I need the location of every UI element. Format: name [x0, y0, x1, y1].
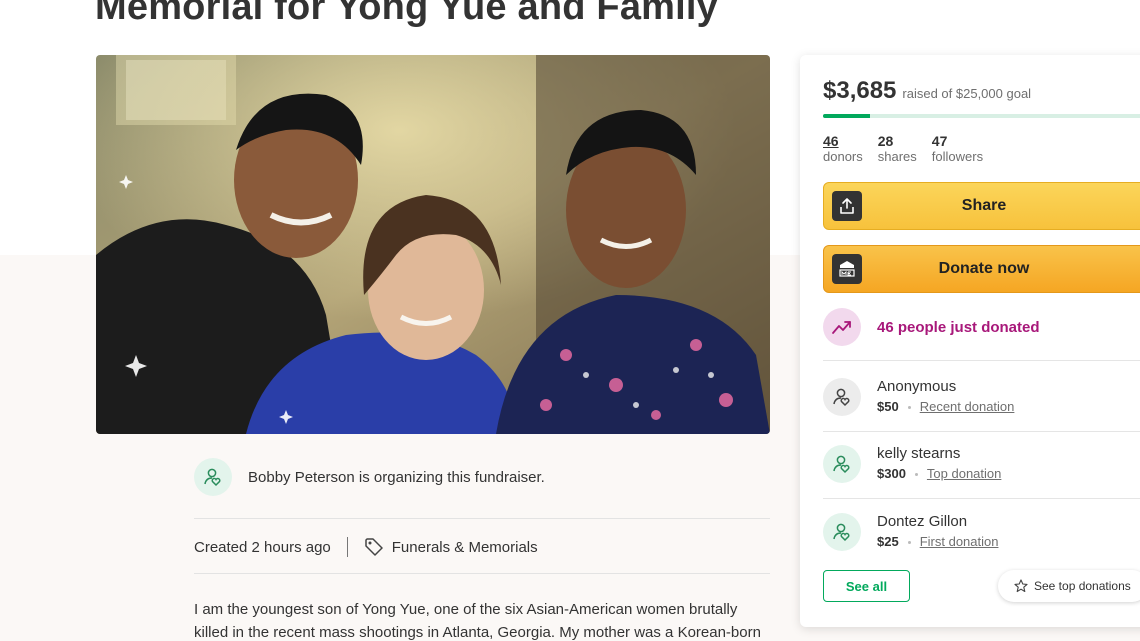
stat-number: 46 — [823, 133, 839, 149]
created-time: Created 2 hours ago — [194, 538, 331, 556]
stat-label: followers — [931, 149, 984, 164]
donation-item: Anonymous $50 Recent donation — [823, 377, 1014, 417]
divider — [823, 431, 1140, 432]
donation-kind-link[interactable]: Recent donation — [920, 397, 1015, 417]
donation-amount: $25 — [877, 534, 899, 549]
share-button[interactable]: Share — [823, 182, 1140, 230]
progress-fill — [823, 114, 871, 118]
campaign-photo — [96, 55, 770, 434]
dot-separator — [907, 540, 911, 544]
donate-label: Donate now — [938, 260, 1030, 277]
stat-donors[interactable]: 46 donors — [823, 133, 863, 165]
story-line: I am the youngest son of Yong Yue, one o… — [194, 601, 738, 618]
story-text: I am the youngest son of Yong Yue, one o… — [194, 598, 774, 641]
person-heart-icon — [194, 458, 232, 496]
donor-name: Dontez Gillon — [877, 513, 968, 530]
donate-now-button[interactable]: Donate now — [823, 245, 1140, 293]
see-top-donations-button[interactable]: See top donations — [998, 570, 1140, 602]
recent-donations-trend: 46 people just donated — [823, 308, 1040, 346]
donation-kind-link[interactable]: First donation — [920, 532, 999, 552]
stats-row: 46 donors 28 shares 47 followers — [823, 133, 998, 165]
stat-number: 28 — [877, 133, 894, 149]
stat-followers: 47 followers — [932, 133, 983, 165]
stat-label: shares — [877, 149, 917, 164]
stat-label: donors — [823, 149, 863, 164]
donor-name: Anonymous — [877, 378, 957, 395]
see-top-label: See top donations — [1034, 579, 1131, 593]
donation-amount: $50 — [877, 399, 899, 414]
donation-amount: $300 — [877, 466, 906, 481]
story-line: killed in the recent mass shootings in A… — [194, 624, 761, 641]
trend-text: 46 people just donated — [877, 318, 1040, 336]
divider — [194, 518, 770, 519]
organizer-text: Bobby Peterson is organizing this fundra… — [248, 468, 545, 486]
meta-separator — [346, 537, 348, 557]
divider — [194, 573, 770, 574]
meta-row: Created 2 hours ago Funerals & Memorials — [194, 533, 538, 561]
person-heart-icon — [823, 378, 861, 416]
gofundme-logo-icon — [832, 254, 862, 284]
divider — [823, 498, 1140, 499]
donation-kind-link[interactable]: Top donation — [927, 464, 1001, 484]
share-label: Share — [961, 197, 1007, 214]
star-icon — [1014, 579, 1028, 593]
page-title: Memorial for Yong Yue and Family — [95, 0, 718, 28]
dot-separator — [907, 405, 911, 409]
see-all-button[interactable]: See all — [823, 570, 910, 602]
trending-up-icon — [823, 308, 861, 346]
person-heart-icon — [823, 445, 861, 483]
donation-item: kelly stearns $300 Top donation — [823, 444, 1001, 484]
donor-name: kelly stearns — [877, 445, 961, 462]
goal-text: raised of $25,000 goal — [902, 86, 1032, 101]
raised-summary: $3,685 raised of $25,000 goal — [823, 77, 1031, 105]
divider — [823, 360, 1140, 361]
tag-icon — [364, 537, 384, 557]
share-upload-icon — [832, 191, 862, 221]
stat-shares: 28 shares — [878, 133, 917, 165]
category-link[interactable]: Funerals & Memorials — [392, 539, 538, 556]
organizer-row: Bobby Peterson is organizing this fundra… — [194, 457, 770, 497]
dot-separator — [914, 472, 918, 476]
donation-item: Dontez Gillon $25 First donation — [823, 512, 998, 552]
person-heart-icon — [823, 513, 861, 551]
stat-number: 47 — [931, 133, 948, 149]
progress-bar — [823, 114, 1140, 118]
donation-card: $3,685 raised of $25,000 goal 46 donors … — [800, 55, 1140, 627]
raised-amount: $3,685 — [823, 77, 897, 104]
